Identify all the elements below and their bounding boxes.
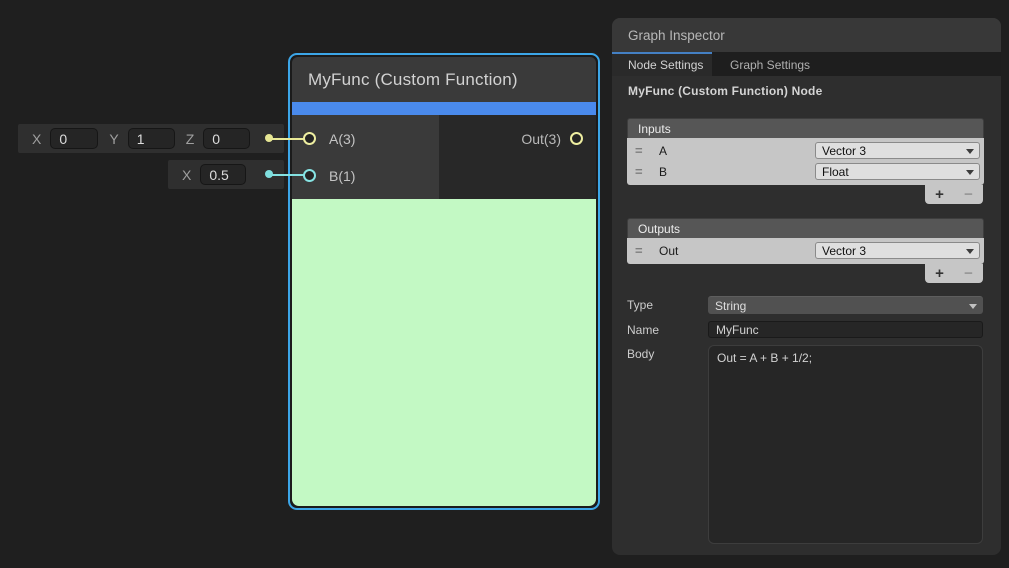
list-item[interactable]: = B Float [627,161,984,182]
port-a-label: A(3) [329,131,355,147]
outputs-list-footer: + − [627,264,984,283]
wire-float-to-b[interactable] [272,174,306,176]
input-b-type-dropdown[interactable]: Float [815,163,980,180]
add-output-button[interactable]: + [935,264,944,283]
inputs-list-header: Inputs [627,118,984,138]
inputs-list: Inputs = A Vector 3 = B Float + − [627,118,984,204]
outputs-list-rows: = Out Vector 3 [627,238,984,264]
name-field[interactable]: MyFunc [708,321,983,338]
vector3-y-label: Y [109,131,118,147]
node-title[interactable]: MyFunc (Custom Function) [292,57,596,102]
output-out-type-dropdown[interactable]: Vector 3 [815,242,980,259]
type-row: Type String [627,296,983,314]
vector3-input-widget: X 0 Y 1 Z 0 [18,124,284,153]
inspector-body: MyFunc (Custom Function) Node Inputs = A… [612,76,1001,544]
add-input-button[interactable]: + [935,185,944,204]
drag-handle-icon[interactable]: = [635,140,647,161]
float-x-label: X [182,167,191,183]
output-out-name: Out [659,244,815,258]
node-settings-heading: MyFunc (Custom Function) Node [628,84,983,98]
type-dropdown[interactable]: String [708,296,983,314]
drag-handle-icon[interactable]: = [635,161,647,182]
chevron-down-icon [966,149,974,154]
list-item[interactable]: = A Vector 3 [627,140,984,161]
tab-graph-settings[interactable]: Graph Settings [712,52,828,76]
graph-inspector-title[interactable]: Graph Inspector [612,18,1001,52]
vector3-x-label: X [32,131,41,147]
port-out-icon[interactable] [570,132,583,145]
type-label: Type [627,296,708,314]
node-preview [292,199,596,506]
node-input-ports-panel [292,115,439,199]
vector3-y-field[interactable]: 1 [128,128,175,149]
input-a-type-value: Vector 3 [822,144,866,158]
chevron-down-icon [969,304,977,309]
remove-input-button[interactable]: − [964,185,973,204]
port-b-label: B(1) [329,168,355,184]
outputs-list: Outputs = Out Vector 3 + − [627,218,984,283]
node-accent-bar [292,102,596,115]
outputs-list-header: Outputs [627,218,984,238]
float-x-field[interactable]: 0.5 [200,164,246,185]
vector3-z-field[interactable]: 0 [203,128,250,149]
body-label: Body [627,345,708,361]
inputs-list-footer: + − [627,185,984,204]
name-row: Name MyFunc [627,321,983,338]
input-a-type-dropdown[interactable]: Vector 3 [815,142,980,159]
node-ports-section: A(3) B(1) Out(3) [292,115,596,199]
list-item[interactable]: = Out Vector 3 [627,240,984,261]
wire-vector3-to-a[interactable] [272,138,306,140]
type-value: String [715,299,746,313]
port-b-icon[interactable] [303,169,316,182]
graph-inspector-panel: Graph Inspector Node Settings Graph Sett… [612,18,1001,555]
inputs-list-rows: = A Vector 3 = B Float [627,138,984,185]
input-b-type-value: Float [822,165,849,179]
body-row: Body Out = A + B + 1/2; [627,345,983,544]
vector3-z-label: Z [186,131,195,147]
input-a-name: A [659,144,815,158]
port-out-label: Out(3) [521,131,561,147]
chevron-down-icon [966,170,974,175]
port-a-icon[interactable] [303,132,316,145]
inspector-tabs: Node Settings Graph Settings [612,52,1001,76]
name-label: Name [627,321,708,338]
chevron-down-icon [966,249,974,254]
vector3-x-field[interactable]: 0 [50,128,98,149]
tab-node-settings[interactable]: Node Settings [612,52,712,76]
remove-output-button[interactable]: − [964,264,973,283]
custom-function-node[interactable]: MyFunc (Custom Function) A(3) B(1) Out(3… [288,53,600,510]
input-b-name: B [659,165,815,179]
float-input-widget: X 0.5 [168,160,284,189]
drag-handle-icon[interactable]: = [635,240,647,261]
output-out-type-value: Vector 3 [822,244,866,258]
body-textarea[interactable]: Out = A + B + 1/2; [708,345,983,544]
